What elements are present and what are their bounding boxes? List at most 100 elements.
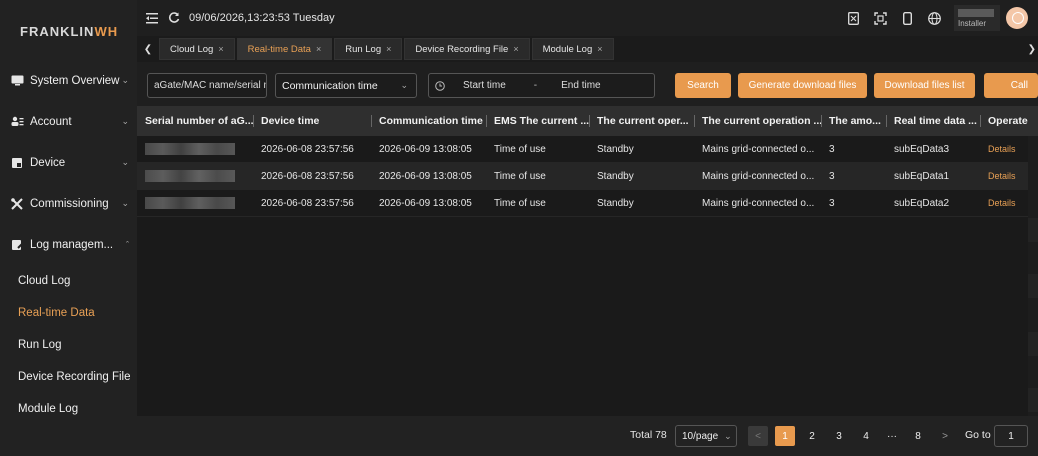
realtime-data-cell: subEqData3 [894, 143, 950, 155]
current-operation-cell: Mains grid-connected o... [702, 170, 815, 182]
page-2-button[interactable]: 2 [802, 426, 822, 446]
chevron-up-icon: ˆ [126, 239, 129, 250]
chevron-left-icon[interactable]: ❮ [137, 36, 159, 62]
serial-cell-redacted [137, 136, 253, 163]
sidebar-item-label: Device [30, 156, 66, 169]
sidebar-item-label: Account [30, 115, 72, 128]
sidebar-subitem-label: Device Recording File [18, 371, 131, 383]
details-link[interactable]: Details [988, 171, 1016, 181]
table-scrollbar[interactable] [1028, 136, 1038, 416]
date-range-picker[interactable]: Start time - End time [428, 73, 655, 98]
pagination-bar: Total 78 10/page ⌄ < 1 2 3 4 ··· 8 > Go … [137, 416, 1038, 456]
amount-cell: 3 [829, 143, 835, 155]
globe-icon[interactable] [927, 11, 941, 25]
fullscreen-icon[interactable] [873, 11, 887, 25]
page-4-button[interactable]: 4 [856, 426, 876, 446]
table-row[interactable]: 2026-06-08 23:57:56 2026-06-09 13:08:05 … [137, 163, 1038, 190]
current-oper-cell: Standby [597, 143, 634, 155]
sidebar-subitem-module-log[interactable]: Module Log [0, 393, 137, 425]
page-ellipsis[interactable]: ··· [882, 426, 902, 446]
sidebar-subitem-label: Real-time Data [18, 307, 95, 319]
next-page-button[interactable]: > [935, 426, 955, 446]
current-operation-cell: Mains grid-connected o... [702, 197, 815, 209]
brand-name: FRANKLIN [20, 23, 95, 39]
sidebar-item-account[interactable]: Account ⌄ [0, 103, 137, 140]
chevron-right-icon[interactable]: ❯ [1028, 44, 1036, 55]
tab-cloud-log[interactable]: Cloud Log × [159, 38, 235, 60]
ems-cell: Time of use [494, 170, 546, 182]
column-header[interactable]: Device time [253, 106, 371, 136]
end-time-placeholder[interactable]: End time [561, 80, 600, 91]
close-icon[interactable]: × [386, 44, 391, 54]
document-icon[interactable] [846, 11, 860, 25]
sidebar-item-log-management[interactable]: Log managem... ˆ [0, 226, 137, 263]
tab-module-log[interactable]: Module Log × [531, 38, 614, 60]
column-header[interactable]: The amo... [821, 106, 886, 136]
sidebar-item-label: Log managem... [30, 238, 114, 251]
ems-cell: Time of use [494, 143, 546, 155]
download-files-list-button[interactable]: Download files list [874, 73, 975, 98]
user-info[interactable]: Installer [954, 5, 1000, 31]
time-type-select[interactable]: Communication time ⌄ [275, 73, 417, 98]
details-link[interactable]: Details [988, 144, 1016, 154]
page-1-button[interactable]: 1 [775, 426, 795, 446]
sidebar-subitem-label: Run Log [18, 339, 62, 351]
tab-label: Cloud Log [170, 43, 214, 55]
page-3-button[interactable]: 3 [829, 426, 849, 446]
column-header[interactable]: The current oper... [589, 106, 694, 136]
mobile-icon[interactable] [900, 11, 914, 25]
menu-fold-icon[interactable] [145, 11, 159, 25]
top-header: 09/06/2026,13:23:53 Tuesday Installer [137, 0, 1038, 36]
tab-label: Real-time Data [247, 43, 311, 55]
users-icon [10, 116, 24, 128]
column-header[interactable]: The current operation ... [694, 106, 821, 136]
sidebar-item-system-overview[interactable]: System Overview ⌄ [0, 62, 137, 99]
search-button[interactable]: Search [675, 73, 731, 98]
avatar[interactable] [1006, 7, 1028, 29]
column-header[interactable]: Real time data ... [886, 106, 980, 136]
column-header[interactable]: Communication time [371, 106, 486, 136]
start-time-placeholder[interactable]: Start time [463, 80, 506, 91]
close-icon[interactable]: × [597, 44, 602, 54]
sidebar-item-label: Commissioning [30, 197, 109, 210]
sidebar-subitem-cloud-log[interactable]: Cloud Log [0, 265, 137, 297]
refresh-icon[interactable] [167, 11, 181, 25]
sidebar-subitem-device-recording-file[interactable]: Device Recording File [0, 361, 137, 393]
tab-run-log[interactable]: Run Log × [334, 38, 403, 60]
column-header[interactable]: EMS The current ... [486, 106, 589, 136]
prev-page-button[interactable]: < [748, 426, 768, 446]
close-icon[interactable]: × [513, 44, 518, 54]
table-row[interactable]: 2026-06-08 23:57:56 2026-06-09 13:08:05 … [137, 136, 1038, 163]
sidebar-subitem-label: Module Log [18, 403, 79, 415]
close-icon[interactable]: × [316, 44, 321, 54]
call-button[interactable]: Call [984, 73, 1038, 98]
column-header[interactable]: Operate [980, 106, 1038, 136]
filter-bar: aGate/MAC name/serial nu Communication t… [137, 62, 1038, 106]
sidebar-subitem-real-time-data[interactable]: Real-time Data [0, 297, 137, 329]
comm-time-cell: 2026-06-09 13:08:05 [379, 170, 472, 182]
page-size-select[interactable]: 10/page ⌄ [675, 425, 737, 447]
user-role: Installer [958, 19, 987, 28]
tab-real-time-data[interactable]: Real-time Data × [236, 38, 333, 60]
sidebar-subitem-run-log[interactable]: Run Log [0, 329, 137, 361]
sidebar-item-device[interactable]: Device ⌄ [0, 144, 137, 181]
table-header: Serial number of aG... Device time Commu… [137, 106, 1038, 136]
current-oper-cell: Standby [597, 170, 634, 182]
current-oper-cell: Standby [597, 197, 634, 209]
column-header[interactable]: Serial number of aG... [137, 106, 253, 136]
table-row[interactable]: 2026-06-08 23:57:56 2026-06-09 13:08:05 … [137, 190, 1038, 217]
comm-time-cell: 2026-06-09 13:08:05 [379, 143, 472, 155]
comm-time-cell: 2026-06-09 13:08:05 [379, 197, 472, 209]
clock-icon [435, 80, 445, 91]
sidebar-item-commissioning[interactable]: Commissioning ⌄ [0, 185, 137, 222]
search-input[interactable]: aGate/MAC name/serial nu [147, 73, 267, 98]
log-icon [10, 239, 24, 251]
goto-input[interactable]: 1 [994, 425, 1028, 447]
page-8-button[interactable]: 8 [908, 426, 928, 446]
details-link[interactable]: Details [988, 198, 1016, 208]
chevron-down-icon: ⌄ [121, 198, 129, 208]
tab-device-recording-file[interactable]: Device Recording File × [404, 38, 530, 60]
generate-download-files-button[interactable]: Generate download files [738, 73, 867, 98]
header-actions: Installer [846, 0, 1038, 36]
close-icon[interactable]: × [218, 44, 223, 54]
